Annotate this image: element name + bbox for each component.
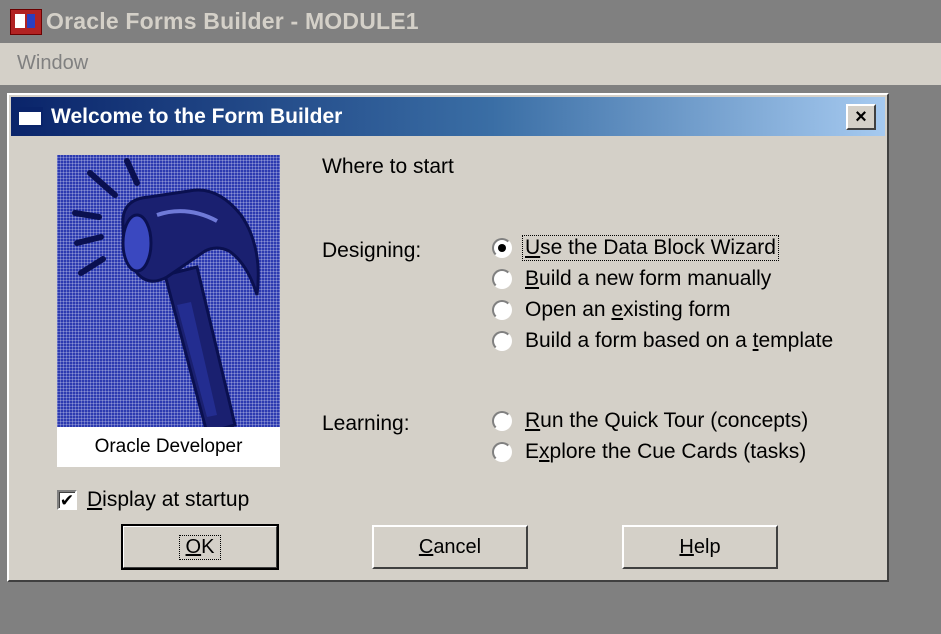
learning-label: Learning:	[322, 412, 410, 435]
radio-data-block-wizard[interactable]: Use the Data Block Wizard	[492, 235, 779, 261]
window-icon	[17, 106, 43, 127]
menu-item-window[interactable]: Window	[17, 52, 88, 75]
cancel-button[interactable]: Cancel	[372, 525, 528, 569]
radio-template-form[interactable]: Build a form based on a template	[492, 329, 835, 353]
radio-label: Run the Quick Tour (concepts)	[525, 409, 809, 432]
ok-button[interactable]: OK	[121, 524, 279, 570]
hammer-icon	[72, 158, 260, 435]
close-icon: ×	[855, 106, 867, 128]
radio-cue-cards[interactable]: Explore the Cue Cards (tasks)	[492, 440, 808, 464]
app-title-bar: Oracle Forms Builder - MODULE1	[0, 0, 941, 43]
check-mark-icon: ✔	[59, 490, 75, 510]
checkbox[interactable]: ✔	[57, 490, 77, 510]
radio-label: Build a new form manually	[525, 267, 772, 290]
dialog-title: Welcome to the Form Builder	[51, 104, 343, 128]
radio-open-existing-form[interactable]: Open an existing form	[492, 298, 732, 322]
designing-label: Designing:	[322, 239, 422, 262]
display-at-startup-checkbox[interactable]: ✔ Display at startup	[57, 488, 249, 512]
image-caption: Oracle Developer	[57, 427, 280, 467]
radio-button[interactable]	[492, 269, 512, 289]
radio-button[interactable]	[492, 411, 512, 431]
dialog-title-bar[interactable]: Welcome to the Form Builder ×	[11, 97, 885, 136]
radio-quick-tour[interactable]: Run the Quick Tour (concepts)	[492, 409, 810, 433]
app-title: Oracle Forms Builder - MODULE1	[46, 8, 419, 34]
where-to-start-heading: Where to start	[322, 155, 454, 178]
radio-build-new-form[interactable]: Build a new form manually	[492, 267, 773, 291]
menu-bar: Window	[0, 43, 941, 85]
radio-label: Build a form based on a template	[525, 329, 834, 352]
hammer-illustration	[57, 155, 280, 467]
help-button[interactable]: Help	[622, 525, 778, 569]
radio-button[interactable]	[492, 238, 512, 258]
radio-label: Use the Data Block Wizard	[522, 235, 779, 261]
radio-label: Explore the Cue Cards (tasks)	[525, 440, 807, 463]
radio-button[interactable]	[492, 331, 512, 351]
forms-builder-icon[interactable]	[10, 8, 42, 35]
radio-label: Open an existing form	[525, 298, 731, 321]
checkbox-label: Display at startup	[87, 488, 250, 511]
radio-button[interactable]	[492, 442, 512, 462]
welcome-dialog: Welcome to the Form Builder × Oracle Dev…	[7, 93, 889, 582]
radio-button[interactable]	[492, 300, 512, 320]
close-button[interactable]: ×	[846, 104, 876, 130]
